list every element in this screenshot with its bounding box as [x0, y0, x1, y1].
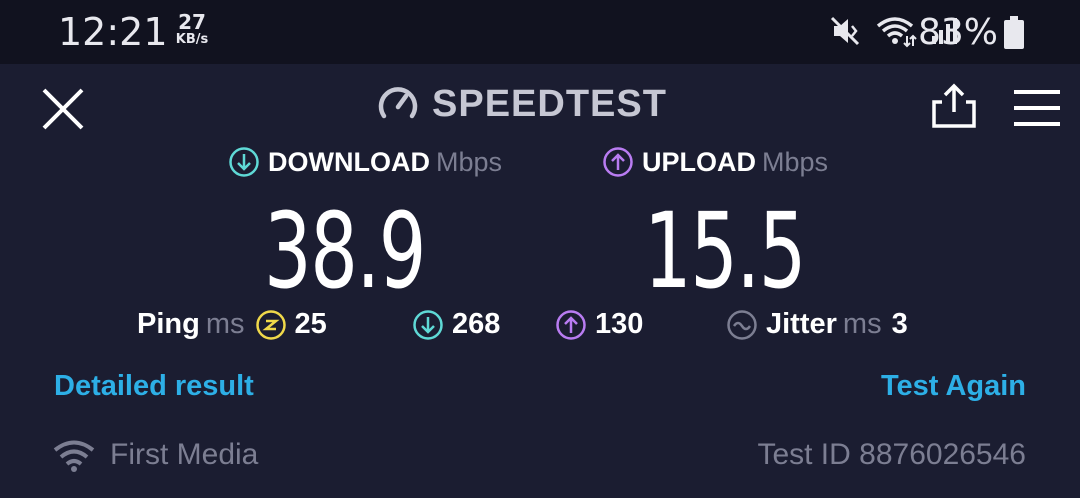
ping-label: Ping — [137, 308, 200, 340]
share-icon[interactable] — [930, 82, 978, 130]
upload-metric: UPLOAD Mbps 15.5 — [602, 146, 828, 312]
app-title: SPEEDTEST — [432, 82, 667, 125]
download-unit: Mbps — [435, 146, 503, 177]
jitter: Jitter ms 3 — [726, 308, 908, 341]
ping-idle: Ping ms 25 — [137, 308, 327, 341]
status-bar: 12:21 27 KB/s 83% — [0, 0, 1080, 64]
ping-upload: 130 — [555, 308, 643, 341]
jitter-wave-icon — [727, 309, 757, 340]
app-header: SPEEDTEST — [0, 64, 1080, 144]
jitter-unit: ms — [842, 308, 882, 340]
network-speed-unit: KB/s — [175, 32, 209, 47]
test-again-button[interactable]: Test Again — [881, 370, 1026, 403]
status-time: 12:21 — [58, 10, 168, 54]
network-speed-value: 27 — [178, 10, 206, 34]
ping-download: 268 — [412, 308, 500, 341]
app-brand: SPEEDTEST — [376, 82, 667, 126]
download-label: DOWNLOAD — [268, 146, 430, 177]
close-icon[interactable] — [38, 84, 88, 134]
battery-icon — [1004, 16, 1024, 49]
wifi-icon — [53, 440, 95, 472]
download-value: 38.9 — [264, 190, 426, 312]
upload-ping-icon — [556, 309, 586, 340]
upload-unit: Mbps — [762, 146, 829, 177]
jitter-label: Jitter — [766, 308, 837, 340]
latency-row: Ping ms 25 268 130 Jitter ms 3 — [0, 308, 1080, 348]
upload-header: UPLOAD Mbps — [602, 146, 828, 178]
speedometer-icon — [378, 87, 418, 119]
download-metric: DOWNLOAD Mbps 38.9 — [228, 146, 502, 312]
download-header: DOWNLOAD Mbps — [228, 146, 502, 178]
network-speed-indicator: 27 KB/s — [172, 12, 212, 48]
ping-idle-value: 25 — [294, 308, 327, 340]
ping-download-value: 268 — [452, 308, 501, 340]
menu-icon[interactable] — [1012, 88, 1062, 128]
download-ping-icon — [413, 309, 443, 340]
detailed-result-link[interactable]: Detailed result — [54, 370, 254, 403]
upload-label: UPLOAD — [642, 146, 756, 177]
battery-percent: 83% — [918, 12, 999, 53]
wifi-data-icon — [876, 17, 917, 48]
download-arrow-icon — [229, 147, 259, 177]
provider-info: First Media — [52, 438, 258, 472]
upload-value: 15.5 — [644, 190, 806, 312]
upload-arrow-icon — [603, 147, 633, 177]
ping-upload-value: 130 — [595, 308, 644, 340]
ping-unit: ms — [205, 308, 245, 340]
provider-name: First Media — [110, 438, 259, 471]
jitter-value: 3 — [891, 308, 908, 340]
test-id: Test ID 8876026546 — [757, 438, 1026, 471]
mute-vibrate-icon — [830, 16, 860, 46]
idle-ping-icon — [255, 309, 286, 340]
